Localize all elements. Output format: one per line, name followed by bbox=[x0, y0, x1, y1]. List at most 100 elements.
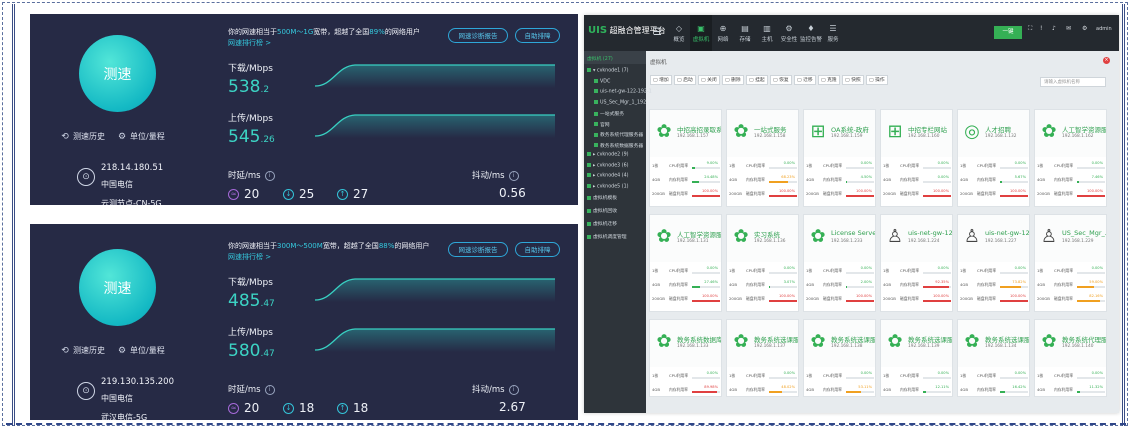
message-icon[interactable]: ✉ bbox=[1066, 25, 1071, 32]
vm-name[interactable]: uis-net-gw-122-... bbox=[908, 229, 952, 237]
toolbar-button[interactable]: ▢ 克隆 bbox=[818, 75, 840, 85]
tree-item[interactable]: 虚拟机调度管理 bbox=[587, 233, 627, 240]
tree-item[interactable]: 虚拟机迁移 bbox=[587, 220, 617, 227]
speed-ranking-link[interactable]: 网速排行榜 > bbox=[228, 38, 271, 48]
fullscreen-icon[interactable]: ⛶ bbox=[1028, 25, 1032, 33]
vm-name[interactable]: 人工智学资源服... bbox=[1062, 124, 1106, 134]
nav-item-2[interactable]: ⊕ 网络 bbox=[712, 15, 734, 51]
sidebar-title[interactable]: 虚拟机 (27) bbox=[587, 55, 613, 62]
user-name[interactable]: admin bbox=[1096, 26, 1112, 32]
bell-icon[interactable]: ♪ bbox=[1052, 25, 1056, 32]
menu-toggle-icon[interactable]: ☰ bbox=[653, 27, 662, 38]
nav-item-3[interactable]: ▤ 存储 bbox=[734, 15, 756, 51]
vm-card[interactable]: ⊞ OA系统-政府 192.168.1.159 1核 CPU利用率 0.00% 4GB 内存利… bbox=[803, 109, 876, 207]
vm-name[interactable]: 实习系统 bbox=[754, 229, 798, 239]
nav-item-6[interactable]: ♦ 监控告警 bbox=[800, 15, 822, 51]
vm-card[interactable]: ✿ 一站式服务 192.168.1.158 1核 CPU利用率 0.00% 4GB 内存利用率… bbox=[726, 109, 799, 207]
unit-settings-link[interactable]: ⚙ 单位/量程 bbox=[117, 345, 165, 356]
tree-item[interactable]: 教务系统数据服务器 bbox=[594, 142, 643, 149]
tree-item[interactable]: 虚拟机回收 bbox=[587, 207, 617, 214]
top-action-button[interactable]: 一键 bbox=[994, 26, 1022, 39]
test-node-name[interactable]: 云测节点-CN-5G bbox=[101, 198, 162, 205]
test-node-name[interactable]: 武汉电信-5G bbox=[101, 412, 147, 420]
tree-item[interactable]: ▸ cvknode3 (6) bbox=[587, 162, 629, 168]
alert-icon[interactable]: ! bbox=[1040, 25, 1042, 32]
vm-name[interactable]: 教务系统选课服... bbox=[754, 334, 798, 344]
tree-item[interactable]: ▸ cvknode2 (9) bbox=[587, 152, 629, 158]
vm-card[interactable]: ✿ License Server 192.168.1.233 1核 CPU利用率 0.00… bbox=[803, 214, 876, 312]
tree-item[interactable]: ▸ cvknode4 (4) bbox=[587, 173, 629, 179]
vm-card[interactable]: ✿ 教务系统选课服...192.168.1.139 1核 CPU利用率 0.00% 4GB… bbox=[880, 319, 953, 397]
nav-item-0[interactable]: ◇ 概览 bbox=[668, 15, 690, 51]
vm-card[interactable]: ♙ uis-net-gw-122-... 192.168.1.224 1核 CPU利用率… bbox=[880, 214, 953, 312]
vm-card[interactable]: ✿ 教务系统选课服...192.168.1.138 1核 CPU利用率 0.00% 4GB… bbox=[803, 319, 876, 397]
vm-name[interactable]: 教务系统选课服... bbox=[831, 334, 875, 344]
vm-card[interactable]: ✿ 实习系统 192.168.1.136 1核 CPU利用率 0.00% 4GB 内存利用率 3… bbox=[726, 214, 799, 312]
search-input[interactable]: 请输入虚拟机名称 bbox=[1040, 77, 1106, 87]
tree-item[interactable]: 教务系统代理服务器 bbox=[594, 131, 643, 138]
nav-label: 概览 bbox=[673, 36, 685, 43]
vm-name[interactable]: 中招高招录取系... bbox=[677, 124, 721, 134]
tree-item[interactable]: ▾ cvknode1 (7) bbox=[587, 68, 629, 74]
tree-item[interactable]: 虚拟机模板 bbox=[587, 194, 617, 201]
vm-card[interactable]: ♙ uis-net-gw-122-... 192.168.1.227 1核 CPU利用率… bbox=[957, 214, 1030, 312]
nav-item-5[interactable]: ⚙ 安全性 bbox=[778, 15, 800, 51]
toolbar-button[interactable]: ▢ 快照 bbox=[842, 75, 864, 85]
start-test-button[interactable]: 测速 bbox=[79, 249, 156, 326]
tree-item[interactable]: 一站式服务 bbox=[594, 110, 624, 117]
toolbar-button[interactable]: ▢ 关闭 bbox=[698, 75, 720, 85]
vm-card[interactable]: ✿ 人工智学资源服...192.168.1.131 1核 CPU利用率 0.00% 4GB… bbox=[649, 214, 722, 312]
test-history-link[interactable]: ⟲ 测速历史 bbox=[60, 131, 105, 142]
vm-name[interactable]: 教务系统代理服... bbox=[1062, 334, 1106, 344]
nav-item-1[interactable]: ▣ 虚拟机 bbox=[690, 15, 712, 51]
diagnosis-report-button[interactable]: 网速诊断报告 bbox=[448, 28, 508, 43]
vm-card[interactable]: ◎ 人才招聘 192.168.1.132 1核 CPU利用率 0.00% 4GB 内存利用率 5… bbox=[957, 109, 1030, 207]
vm-name[interactable]: OA系统-政府 bbox=[831, 124, 875, 134]
vm-name[interactable]: License Server bbox=[831, 229, 875, 237]
vm-name[interactable]: uis-net-gw-122-... bbox=[985, 229, 1029, 237]
test-history-link[interactable]: ⟲ 测速历史 bbox=[60, 345, 105, 356]
vm-name[interactable]: 教务系统数据库 bbox=[677, 334, 721, 344]
nav-item-7[interactable]: ☰ 服务 bbox=[822, 15, 844, 51]
vm-name[interactable]: 教务系统选课服... bbox=[985, 334, 1029, 344]
tree-item[interactable]: US_Sec_Mgr_1_192 bbox=[594, 99, 646, 105]
vm-card[interactable]: ♙ US_Sec_Mgr_... 192.168.1.229 1核 CPU利用率 0.00… bbox=[1034, 214, 1107, 312]
self-troubleshoot-button[interactable]: 自助排障 bbox=[515, 28, 560, 43]
vm-name[interactable]: US_Sec_Mgr_... bbox=[1062, 229, 1106, 237]
tree-item[interactable]: VDC bbox=[594, 78, 610, 84]
vm-name[interactable]: 人工智学资源服... bbox=[677, 229, 721, 239]
close-icon[interactable]: × bbox=[1103, 57, 1110, 64]
speed-ranking-link[interactable]: 网速排行榜 > bbox=[228, 252, 271, 262]
location-pin-icon: ⊙ bbox=[77, 168, 95, 186]
toolbar-button[interactable]: ▢ 迁移 bbox=[794, 75, 816, 85]
settings-icon[interactable]: ⚙ bbox=[1082, 25, 1087, 32]
vm-ip: 192.168.1.160 bbox=[908, 134, 940, 139]
toolbar-button[interactable]: ▢ 删除 bbox=[722, 75, 744, 85]
vm-name[interactable]: 教务系统选课服... bbox=[908, 334, 952, 344]
tree-item[interactable]: uis-net-gw-122-192-1 bbox=[594, 89, 652, 95]
toolbar-button[interactable]: ▢ 增加 bbox=[650, 75, 672, 85]
vm-card[interactable]: ✿ 教务系统选课服...192.168.1.137 1核 CPU利用率 0.00% 4GB… bbox=[726, 319, 799, 397]
toolbar-button[interactable]: ▢ 操作 bbox=[866, 75, 888, 85]
vm-card[interactable]: ✿ 中招高招录取系...192.168.1.157 1核 CPU利用率 9.00% 4GB… bbox=[649, 109, 722, 207]
metric-value: 3.07% bbox=[783, 280, 795, 284]
diagnosis-report-button[interactable]: 网速诊断报告 bbox=[448, 242, 508, 257]
unit-settings-link[interactable]: ⚙ 单位/量程 bbox=[117, 131, 165, 142]
tree-item[interactable]: ▸ cvknode5 (1) bbox=[587, 183, 629, 189]
toolbar-button[interactable]: ▢ 恢复 bbox=[770, 75, 792, 85]
toolbar-button[interactable]: ▢ 挂起 bbox=[746, 75, 768, 85]
vm-card[interactable]: ✿ 人工智学资源服...192.168.1.162 1核 CPU利用率 0.00% 4GB… bbox=[1034, 109, 1107, 207]
vm-card[interactable]: ✿ 教务系统数据库 192.168.1.133 1核 CPU利用率 0.00% 4GB 内存利… bbox=[649, 319, 722, 397]
nav-item-4[interactable]: ▥ 主机 bbox=[756, 15, 778, 51]
vm-card[interactable]: ✿ 教务系统选课服...192.168.1.134 1核 CPU利用率 0.00% 4GB… bbox=[957, 319, 1030, 397]
vm-card[interactable]: ✿ 教务系统代理服...192.168.1.140 1核 CPU利用率 0.00% 4GB… bbox=[1034, 319, 1107, 397]
toolbar-button[interactable]: ▢ 启动 bbox=[674, 75, 696, 85]
vm-card[interactable]: ⊞ 中招专栏网站 192.168.1.160 1核 CPU利用率 0.00% 4GB 内存利用… bbox=[880, 109, 953, 207]
vm-name[interactable]: 中招专栏网站 bbox=[908, 124, 952, 134]
tree-item[interactable]: 官网 bbox=[594, 121, 610, 128]
vm-name[interactable]: 人才招聘 bbox=[985, 124, 1029, 134]
start-test-button[interactable]: 测速 bbox=[79, 35, 156, 112]
vm-name[interactable]: 一站式服务 bbox=[754, 124, 798, 134]
metric-value: 100.00% bbox=[779, 294, 795, 298]
self-troubleshoot-button[interactable]: 自助排障 bbox=[515, 242, 560, 257]
